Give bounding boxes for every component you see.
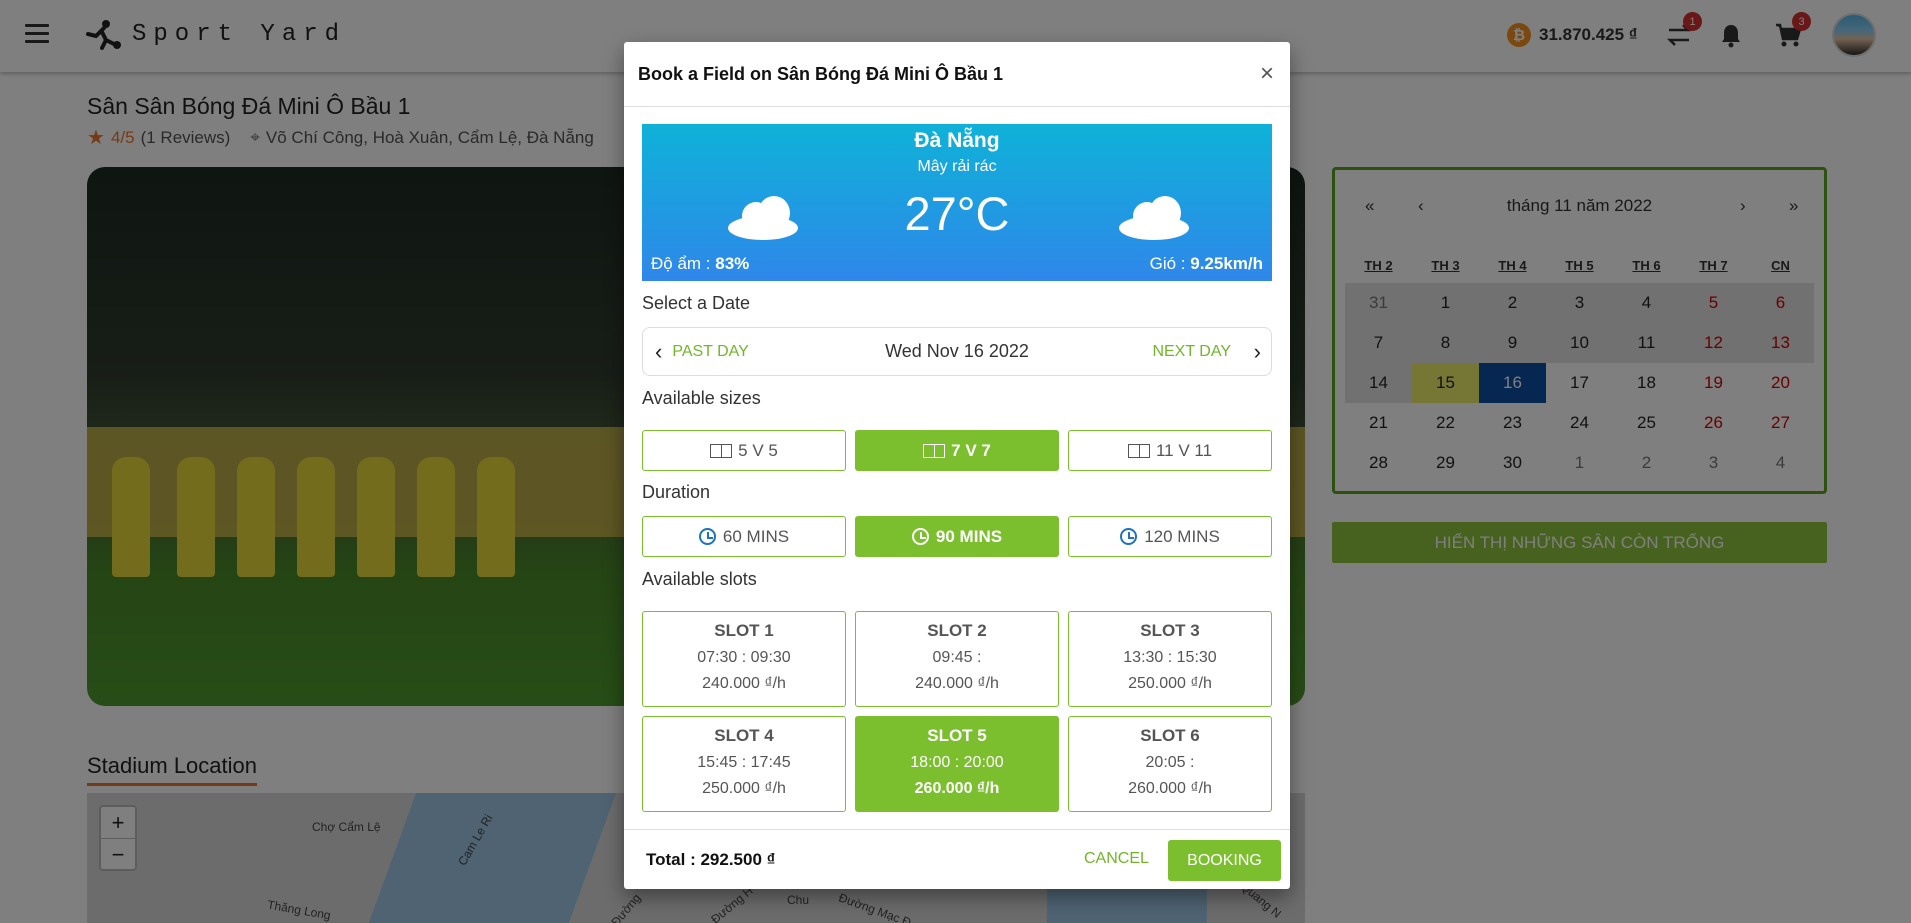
slot-time: 20:05 : [1145, 754, 1195, 771]
divider [624, 829, 1290, 830]
size-label: 5 V 5 [738, 440, 778, 460]
weather-humidity: Độ ẩm : 83% [651, 254, 749, 274]
size-label: 7 V 7 [951, 440, 991, 460]
field-icon [710, 443, 733, 458]
sizes-label: Available sizes [642, 388, 761, 408]
weather-wind: Gió : 9.25km/h [1150, 254, 1263, 274]
chevron-left-icon[interactable]: ‹ [655, 339, 662, 365]
booking-modal: Book a Field on Sân Bóng Đá Mini Ô Bầu 1… [624, 42, 1290, 889]
slot-name: SLOT 6 [1140, 726, 1200, 745]
slot-price: 240.000 ₫/h [915, 675, 999, 692]
slot-time: 18:00 : 20:00 [910, 754, 1004, 771]
slot-time: 15:45 : 17:45 [697, 754, 791, 771]
duration-option-60[interactable]: 60 MINS [642, 516, 846, 557]
slot-time: 07:30 : 09:30 [697, 649, 791, 666]
slot-grid: SLOT 1 07:30 : 09:30 240.000 ₫/h SLOT 2 09:… [642, 611, 1272, 812]
duration-label: Duration [642, 482, 711, 502]
humidity-label: Độ ẩm : [651, 254, 716, 273]
slot-price: 250.000 ₫/h [702, 780, 786, 797]
wind-value: 9.25km/h [1190, 254, 1263, 273]
slot-card[interactable]: SLOT 1 07:30 : 09:30 240.000 ₫/h [642, 611, 846, 707]
slot-name: SLOT 2 [927, 621, 987, 640]
slot-time: 09:45 : [932, 649, 982, 666]
duration-option-90[interactable]: 90 MINS [855, 516, 1059, 557]
weather-description: Mây rải rác [917, 158, 997, 175]
close-icon[interactable]: × [1260, 60, 1274, 88]
next-day-button[interactable]: NEXT DAY [1152, 343, 1231, 361]
humidity-value: 83% [715, 254, 750, 273]
size-options: 5 V 5 7 V 7 11 V 11 [642, 430, 1272, 471]
chevron-right-icon[interactable]: › [1254, 339, 1261, 365]
slot-price: 260.000 ₫/h [1128, 780, 1212, 797]
field-icon [923, 443, 946, 458]
duration-option-120[interactable]: 120 MINS [1068, 516, 1272, 557]
slots-label: Available slots [642, 569, 757, 589]
slot-card[interactable]: SLOT 3 13:30 : 15:30 250.000 ₫/h [1068, 611, 1272, 707]
size-option-11v11[interactable]: 11 V 11 [1068, 430, 1272, 471]
booking-button[interactable]: BOOKING [1168, 840, 1281, 881]
slot-card[interactable]: SLOT 4 15:45 : 17:45 250.000 ₫/h [642, 716, 846, 812]
field-icon [1127, 443, 1150, 458]
duration-text: 60 MINS [722, 526, 790, 546]
clock-icon [1120, 528, 1138, 545]
cancel-button[interactable]: CANCEL [1084, 850, 1149, 868]
wind-label: Gió : [1149, 254, 1191, 273]
cloud-icon [728, 196, 798, 240]
size-option-5v5[interactable]: 5 V 5 [642, 430, 846, 471]
total-price: Total : 292.500 ₫ [646, 850, 776, 869]
date-selector: Wed Nov 16 2022 ‹ PAST DAY NEXT DAY › [642, 327, 1272, 376]
slot-time: 13:30 : 15:30 [1123, 649, 1217, 666]
duration-text: 90 MINS [935, 526, 1003, 546]
weather-card: Đà Nẵng Mây rải rác 27°C Độ ẩm : 83% Gió… [642, 124, 1272, 281]
slot-name: SLOT 5 [927, 726, 987, 745]
divider [624, 106, 1290, 107]
duration-options: 60 MINS 90 MINS 120 MINS [642, 516, 1272, 557]
slot-card[interactable]: SLOT 2 09:45 : 240.000 ₫/h [855, 611, 1059, 707]
modal-title: Book a Field on Sân Bóng Đá Mini Ô Bầu 1 [638, 64, 1004, 84]
cloud-icon [1119, 196, 1189, 240]
select-date-label: Select a Date [642, 293, 751, 313]
slot-name: SLOT 1 [714, 621, 774, 640]
weather-city: Đà Nẵng [914, 129, 1000, 152]
slot-name: SLOT 4 [714, 726, 774, 745]
past-day-button[interactable]: PAST DAY [672, 343, 748, 361]
slot-card[interactable]: SLOT 6 20:05 : 260.000 ₫/h [1068, 716, 1272, 812]
slot-price: 240.000 ₫/h [702, 675, 786, 692]
size-option-7v7[interactable]: 7 V 7 [855, 430, 1059, 471]
clock-icon [911, 528, 929, 545]
slot-price: 260.000 ₫/h [914, 780, 1000, 797]
slot-card-selected[interactable]: SLOT 5 18:00 : 20:00 260.000 ₫/h [855, 716, 1059, 812]
clock-icon [698, 528, 716, 545]
slot-name: SLOT 3 [1140, 621, 1200, 640]
size-label: 11 V 11 [1155, 440, 1213, 460]
slot-price: 250.000 ₫/h [1128, 675, 1212, 692]
duration-text: 120 MINS [1144, 526, 1220, 546]
